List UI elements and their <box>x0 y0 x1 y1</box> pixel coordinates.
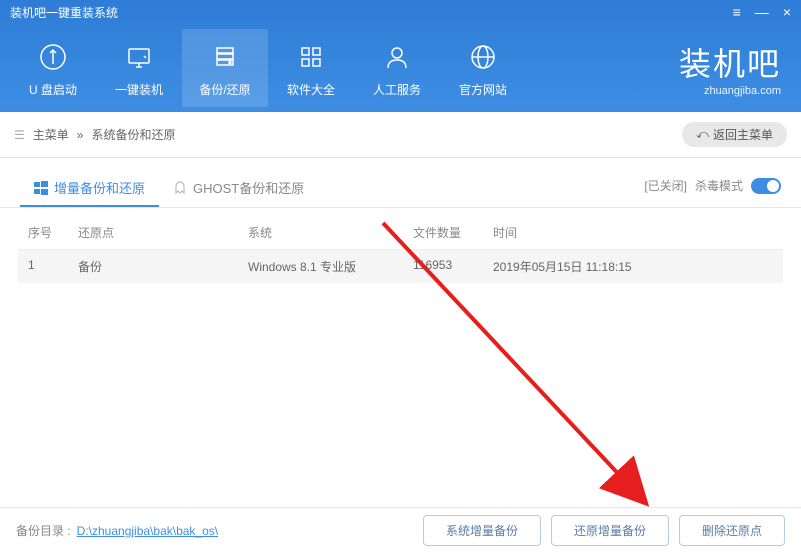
nav-label: 人工服务 <box>373 81 421 98</box>
tab-label: 增量备份和还原 <box>54 178 145 197</box>
monitor-icon <box>121 39 157 75</box>
antivirus-toggle[interactable] <box>751 178 781 194</box>
col-files: 文件数量 <box>413 224 493 241</box>
nav-backup-restore[interactable]: 备份/还原 <box>182 29 268 107</box>
back-main-button[interactable]: ⤺ 返回主菜单 <box>682 122 787 147</box>
nav-label: U 盘启动 <box>29 81 77 98</box>
antivirus-label: 杀毒模式 <box>695 177 743 194</box>
usb-icon <box>35 39 71 75</box>
backup-dir-path[interactable]: D:\zhuangjiba\bak\bak_os\ <box>77 524 218 538</box>
nav-website[interactable]: 官方网站 <box>440 29 526 107</box>
nav-label: 一键装机 <box>115 81 163 98</box>
logo-text: 装机吧 <box>679 39 781 85</box>
person-icon <box>379 39 415 75</box>
ghost-icon <box>173 181 187 195</box>
tab-label: GHOST备份和还原 <box>193 178 304 197</box>
cell-files: 116953 <box>413 258 493 275</box>
nav-oneclick-install[interactable]: 一键装机 <box>96 29 182 107</box>
cell-restore: 备份 <box>78 258 248 275</box>
close-icon[interactable]: × <box>783 4 791 20</box>
menu-icon[interactable]: ≡ <box>733 4 741 20</box>
logo: 装机吧 zhuangjiba.com <box>679 39 791 97</box>
nav-label: 软件大全 <box>287 81 335 98</box>
globe-icon <box>465 39 501 75</box>
nav-label: 备份/还原 <box>199 81 250 98</box>
windows-icon <box>34 181 48 195</box>
status-closed: [已关闭] <box>644 177 687 194</box>
nav-support[interactable]: 人工服务 <box>354 29 440 107</box>
table-row[interactable]: 1 备份 Windows 8.1 专业版 116953 2019年05月15日 … <box>18 250 783 283</box>
logo-domain: zhuangjiba.com <box>704 85 781 97</box>
col-restore: 还原点 <box>78 224 248 241</box>
restore-incremental-button[interactable]: 还原增量备份 <box>551 515 669 546</box>
breadcrumb-sep: » <box>77 128 84 142</box>
tab-ghost[interactable]: GHOST备份和还原 <box>159 170 318 207</box>
nav-software[interactable]: 软件大全 <box>268 29 354 107</box>
cell-system: Windows 8.1 专业版 <box>248 258 413 275</box>
col-time: 时间 <box>493 224 773 241</box>
list-icon: ☰ <box>14 128 25 142</box>
back-arrow-icon: ⤺ <box>696 127 709 142</box>
back-label: 返回主菜单 <box>713 126 773 143</box>
backup-dir-label: 备份目录 : <box>16 522 71 539</box>
minimize-icon[interactable]: — <box>755 4 769 20</box>
incremental-backup-button[interactable]: 系统增量备份 <box>423 515 541 546</box>
breadcrumb: ☰ 主菜单 » 系统备份和还原 ⤺ 返回主菜单 <box>0 112 801 158</box>
col-index: 序号 <box>28 224 78 241</box>
nav-usb-boot[interactable]: U 盘启动 <box>10 29 96 107</box>
cell-index: 1 <box>28 258 78 275</box>
breadcrumb-current: 系统备份和还原 <box>91 126 175 143</box>
breadcrumb-root[interactable]: 主菜单 <box>33 126 69 143</box>
col-system: 系统 <box>248 224 413 241</box>
tab-incremental[interactable]: 增量备份和还原 <box>20 170 159 207</box>
server-icon <box>207 39 243 75</box>
cell-time: 2019年05月15日 11:18:15 <box>493 258 773 275</box>
nav-label: 官方网站 <box>459 81 507 98</box>
grid-icon <box>293 39 329 75</box>
delete-restore-point-button[interactable]: 删除还原点 <box>679 515 785 546</box>
window-title: 装机吧一键重装系统 <box>10 4 118 21</box>
table-header: 序号 还原点 系统 文件数量 时间 <box>18 216 783 250</box>
